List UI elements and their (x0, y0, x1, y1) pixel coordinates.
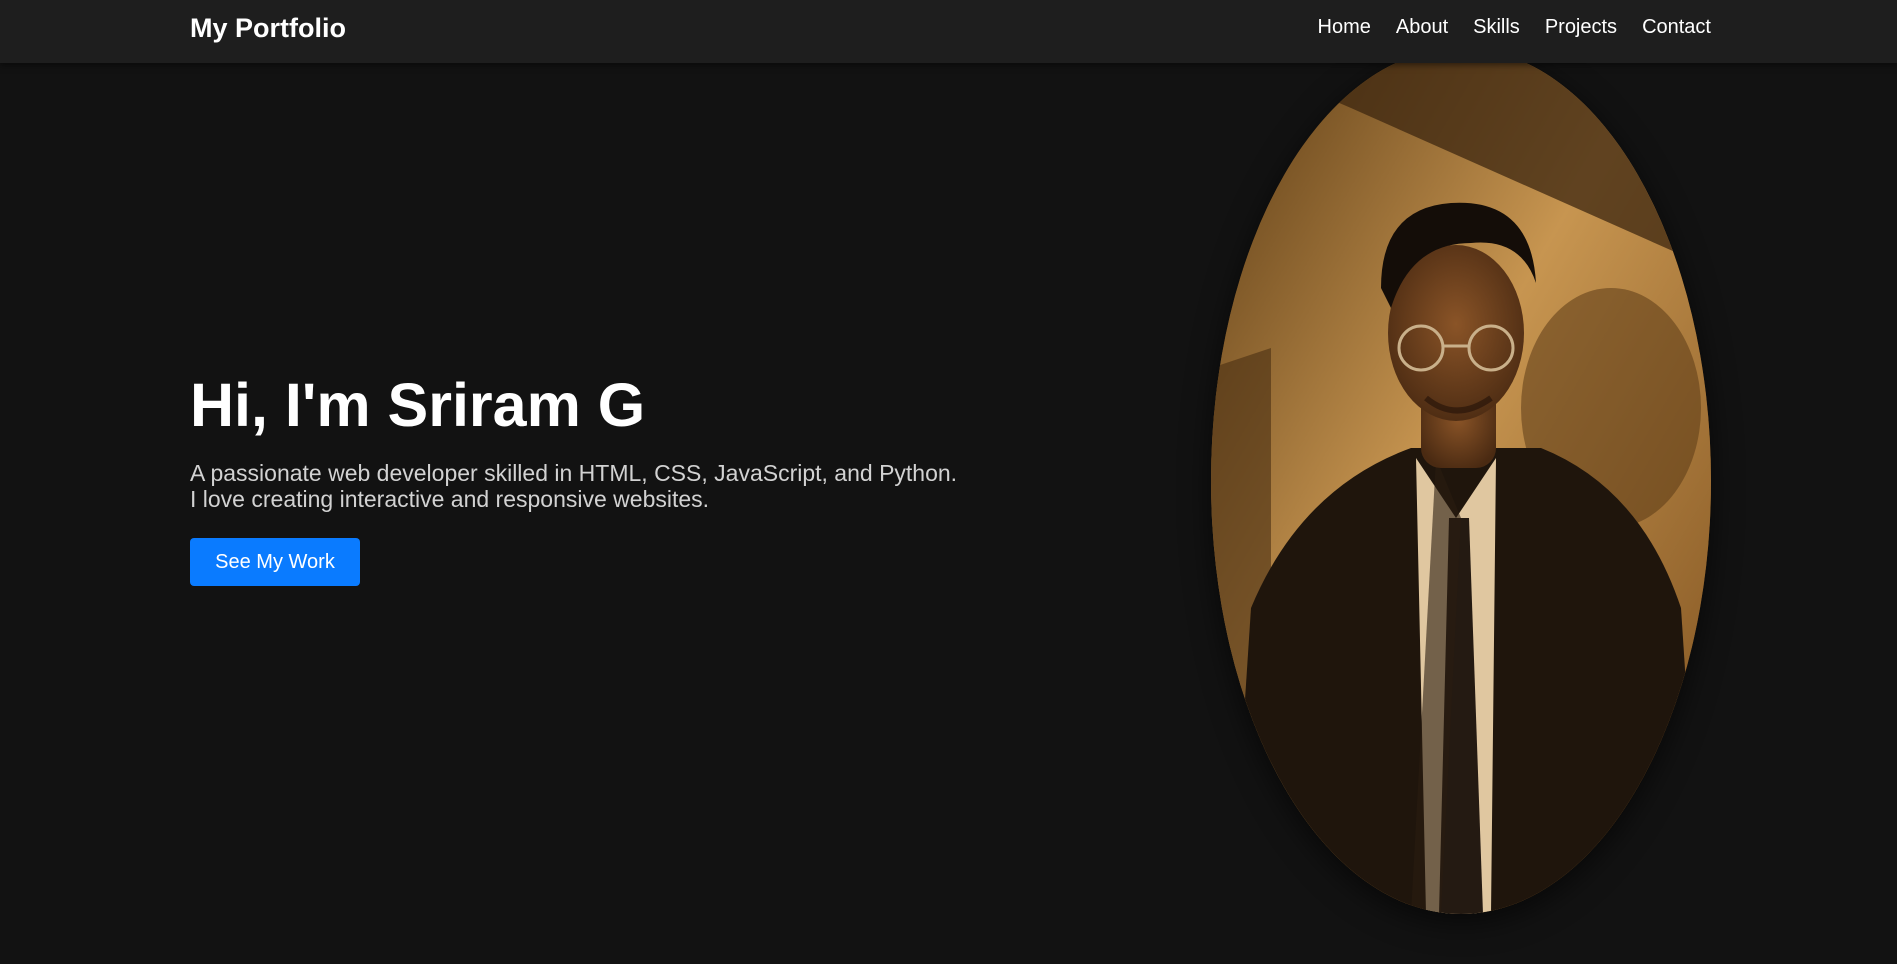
nav-link-contact[interactable]: Contact (1642, 16, 1711, 39)
hero-description-line: I love creating interactive and responsi… (190, 486, 710, 512)
nav-links: Home About Skills Projects Contact (1318, 16, 1711, 39)
nav-link-skills[interactable]: Skills (1473, 16, 1520, 39)
hero-section: Hi, I'm Sriram G A passionate web develo… (190, 368, 1090, 586)
hero-description: A passionate web developer skilled in HT… (190, 460, 1090, 512)
nav-link-projects[interactable]: Projects (1545, 16, 1617, 39)
navbar: My Portfolio Home About Skills Projects … (0, 0, 1897, 63)
profile-photo (1211, 48, 1711, 914)
site-brand[interactable]: My Portfolio (190, 13, 346, 44)
nav-link-about[interactable]: About (1396, 16, 1448, 39)
hero-description-line: A passionate web developer skilled in HT… (190, 460, 958, 486)
hero-title: Hi, I'm Sriram G (190, 371, 646, 439)
see-my-work-button[interactable]: See My Work (190, 538, 360, 586)
portrait-illustration (1211, 48, 1711, 914)
nav-link-home[interactable]: Home (1318, 16, 1371, 39)
